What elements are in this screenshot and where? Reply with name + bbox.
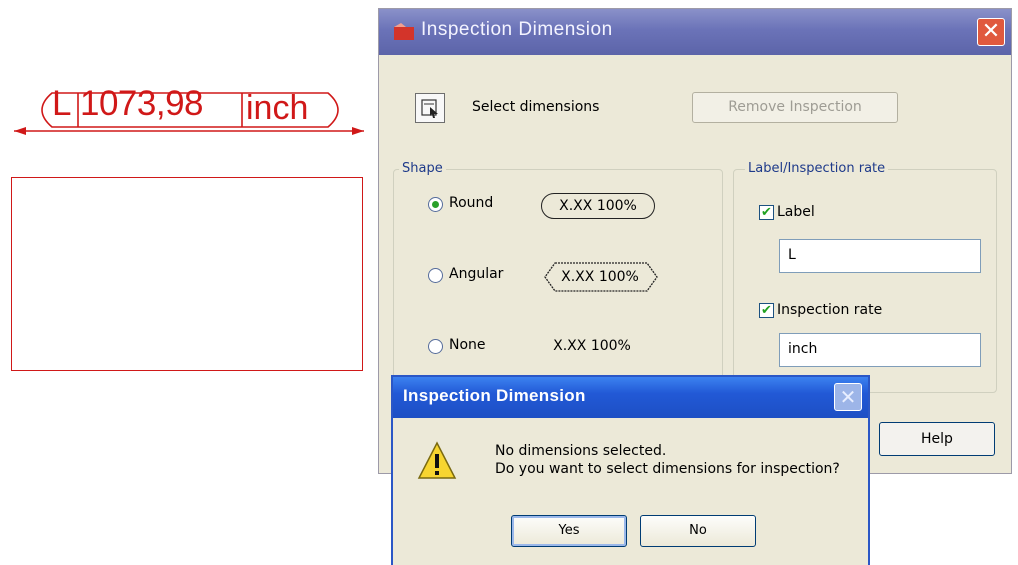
select-dimension-icon bbox=[421, 99, 438, 118]
title-bar[interactable]: Inspection Dimension ✕ bbox=[379, 9, 1011, 55]
cad-drawing: L 1073,98 inch bbox=[0, 0, 375, 400]
message-line-1: No dimensions selected. bbox=[495, 443, 667, 459]
none-sample: X.XX 100% bbox=[553, 338, 631, 354]
inspection-rate-checkbox[interactable]: ✔ bbox=[759, 303, 774, 318]
round-sample: X.XX 100% bbox=[541, 193, 655, 219]
dialog-title: Inspection Dimension bbox=[421, 19, 613, 40]
label-checkbox-label: Label bbox=[777, 204, 815, 220]
yes-button[interactable]: Yes bbox=[511, 515, 627, 547]
shape-group-label: Shape bbox=[399, 161, 446, 176]
label-input[interactable]: L bbox=[779, 239, 981, 273]
angular-radio[interactable] bbox=[428, 268, 443, 283]
none-radio[interactable] bbox=[428, 339, 443, 354]
round-label: Round bbox=[449, 195, 494, 211]
remove-inspection-button[interactable]: Remove Inspection bbox=[692, 92, 898, 123]
message-title-bar[interactable]: Inspection Dimension ✕ bbox=[393, 377, 868, 418]
help-button[interactable]: Help bbox=[879, 422, 995, 456]
drawn-rectangle[interactable] bbox=[11, 177, 363, 371]
inspection-rate-label: Inspection rate bbox=[777, 302, 883, 318]
app-icon bbox=[394, 23, 414, 40]
round-radio[interactable] bbox=[428, 197, 443, 212]
dimension-label: L bbox=[52, 84, 72, 123]
warning-icon bbox=[417, 441, 457, 479]
no-button[interactable]: No bbox=[640, 515, 756, 547]
select-dimensions-label: Select dimensions bbox=[472, 99, 600, 115]
message-line-2: Do you want to select dimensions for ins… bbox=[495, 461, 840, 477]
message-title: Inspection Dimension bbox=[403, 386, 586, 405]
inspection-rate-input[interactable]: inch bbox=[779, 333, 981, 367]
dimension-value: 1073,98 bbox=[80, 84, 204, 123]
dimension-unit: inch bbox=[246, 89, 309, 127]
angular-label: Angular bbox=[449, 266, 504, 282]
close-button[interactable]: ✕ bbox=[977, 18, 1005, 46]
angular-sample: X.XX 100% bbox=[561, 269, 639, 285]
no-dimensions-message-box: Inspection Dimension ✕ No dimensions sel… bbox=[391, 375, 870, 565]
message-close-button[interactable]: ✕ bbox=[834, 383, 862, 411]
none-label: None bbox=[449, 337, 486, 353]
select-dimensions-button[interactable] bbox=[415, 93, 445, 123]
label-checkbox[interactable]: ✔ bbox=[759, 205, 774, 220]
label-inspection-group-label: Label/Inspection rate bbox=[745, 161, 889, 176]
